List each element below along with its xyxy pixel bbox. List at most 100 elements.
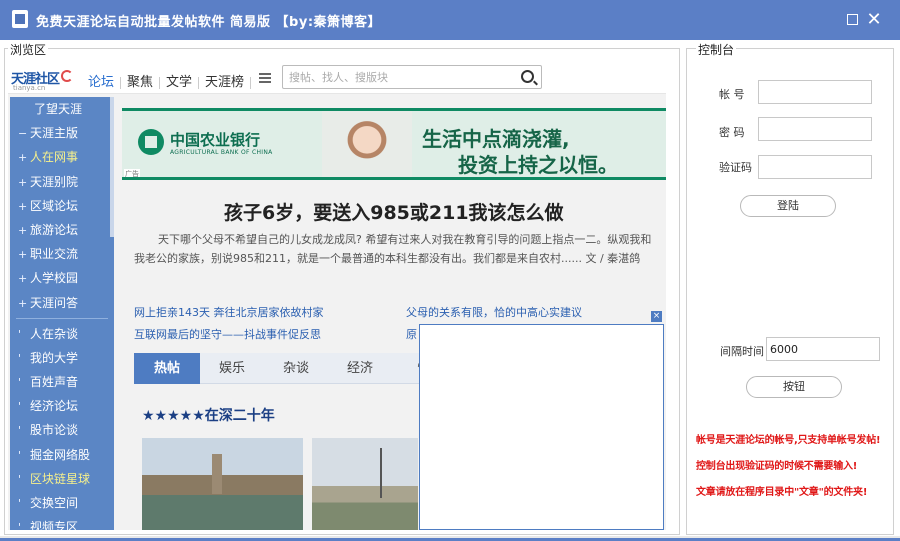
sidebar-item-label: 掘金网络股 <box>30 447 91 462</box>
account-field[interactable] <box>758 80 872 104</box>
sidebar-dot-icon: ' <box>18 376 22 390</box>
tab-entertainment[interactable]: 娱乐 <box>200 353 264 384</box>
news-link[interactable]: 互联网最后的坚守——抖战事件促反思 <box>134 326 321 342</box>
nav-item-focus[interactable]: 聚焦 <box>121 71 159 90</box>
sidebar-item[interactable]: ' 我的大学 <box>10 346 114 370</box>
sidebar-item[interactable]: ' 人在杂谈 <box>10 322 114 346</box>
nav-divider <box>250 76 252 89</box>
sidebar-item-label: 视频专区 <box>30 520 79 530</box>
nav-item-literature[interactable]: 文学 <box>160 71 198 90</box>
section-title[interactable]: ★★★★★在深二十年 <box>142 405 275 425</box>
news-link[interactable]: 父母的关系有限，恰的中高心实建议 <box>406 304 582 320</box>
sidebar-plus-icon: + <box>18 248 28 262</box>
popup-close-icon[interactable]: × <box>651 311 662 322</box>
banner-slogan-line2: 投资上持之以恒。 <box>458 153 618 177</box>
sidebar-divider <box>16 317 108 319</box>
start-button[interactable]: 按钮 <box>746 376 842 398</box>
popup-window[interactable] <box>419 324 664 530</box>
search-icon[interactable] <box>521 70 534 83</box>
sidebar-item[interactable]: ' 视频专区 <box>10 515 114 530</box>
pole-shape <box>380 448 382 498</box>
site-search <box>282 65 542 89</box>
sidebar-plus-icon: + <box>18 151 28 165</box>
sidebar-item-label: 了望天涯 <box>34 102 83 116</box>
sidebar-item-label: 人在杂谈 <box>30 326 79 341</box>
captcha-label: 验证码 <box>719 161 752 174</box>
nav-item-ranking[interactable]: 天涯榜 <box>199 71 250 90</box>
article-headline[interactable]: 孩子6岁，要送入985或211我该怎么做 <box>224 198 564 225</box>
control-group-label: 控制台 <box>696 41 737 58</box>
sidebar-item[interactable]: + 天涯别院 <box>10 170 114 194</box>
close-icon: ✕ <box>866 9 882 30</box>
sidebar-scrollbar[interactable] <box>110 97 114 237</box>
sidebar-item-label: 股市论谈 <box>30 423 79 438</box>
sidebar-item[interactable]: ' 经济论坛 <box>10 394 114 418</box>
bank-name: 中国农业银行 <box>170 131 261 149</box>
interval-label: 间隔时间 <box>720 345 764 358</box>
thumbnail-image[interactable] <box>142 438 303 530</box>
app-icon <box>12 10 28 28</box>
sidebar-item[interactable]: ' 股市论谈 <box>10 418 114 442</box>
tab-economy[interactable]: 经济 <box>328 353 392 384</box>
sidebar-dot-icon: ' <box>18 327 22 341</box>
menu-icon[interactable] <box>259 73 271 83</box>
news-link[interactable]: 原 <box>406 326 417 342</box>
sidebar-item[interactable]: + 区域论坛 <box>10 194 114 218</box>
sidebar-item[interactable]: ' 交换空间 <box>10 491 114 515</box>
close-button[interactable]: ✕ <box>866 9 882 30</box>
sidebar-dot-icon: ' <box>18 351 22 365</box>
sidebar-plus-icon: + <box>18 199 28 213</box>
sidebar-item[interactable]: + 人在网事 <box>10 145 114 169</box>
banner-slogan-line1: 生活中点滴浇灌, <box>422 127 570 151</box>
captcha-field[interactable] <box>758 155 872 179</box>
sidebar-item-label: 我的大学 <box>30 350 79 365</box>
tab-hot[interactable]: 热帖 <box>134 353 200 384</box>
sidebar-dot-icon: ' <box>18 400 22 414</box>
window-title: 免费天涯论坛自动批量发帖软件 简易版 【by:秦箫博客】 <box>36 15 382 30</box>
nav-item-forum[interactable]: 论坛 <box>82 71 120 90</box>
sidebar-item[interactable]: + 人学校园 <box>10 266 114 290</box>
note-text: 控制台出现验证码的时候不需要输入! <box>696 461 858 472</box>
sidebar-item-label: 旅游论坛 <box>30 222 79 237</box>
title-bar: 免费天涯论坛自动批量发帖软件 简易版 【by:秦箫博客】 ✕ <box>0 0 900 40</box>
maximize-icon <box>846 14 858 25</box>
tab-misc[interactable]: 杂谈 <box>264 353 328 384</box>
sidebar-item-label: 经济论坛 <box>30 399 79 414</box>
logo-swirl-icon <box>61 70 73 82</box>
sidebar-item-label: 天涯问答 <box>30 295 79 310</box>
maximize-button[interactable] <box>844 12 860 28</box>
site-logo-sub: tianya.cn <box>13 84 46 92</box>
search-input[interactable] <box>289 69 509 85</box>
sidebar-item[interactable]: ' 百姓声音 <box>10 370 114 394</box>
note-text: 文章请放在程序目录中"文章"的文件夹! <box>696 487 868 498</box>
sidebar-item-label: 天涯别院 <box>30 174 79 189</box>
sidebar-plus-icon: + <box>18 175 28 189</box>
site-nav: 论坛 聚焦 文学 天涯榜 <box>82 71 252 90</box>
article-summary: 天下哪个父母不希望自己的儿女成龙成凤? 希望有过来人对我在教育引导的问题上指点一… <box>134 233 652 265</box>
site-logo[interactable]: 天涯社区 tianya.cn <box>11 68 73 92</box>
web-view[interactable]: 天涯社区 tianya.cn 论坛聚焦文学天涯榜 了望天涯 −天涯主版 +人在网… <box>8 62 666 530</box>
password-field[interactable] <box>758 117 872 141</box>
sidebar-item[interactable]: ' 区块链星球 <box>10 467 114 491</box>
sidebar-plus-icon: + <box>18 272 28 286</box>
pagoda-shape <box>212 454 222 494</box>
sidebar-plus-icon: + <box>18 296 28 310</box>
forum-sidebar: 了望天涯 − 天涯主版 + 人在网事 + 天涯别院 + 区域论坛 + 旅游论坛 + 职业交流… <box>10 97 114 530</box>
interval-field[interactable] <box>766 337 880 361</box>
ad-banner[interactable]: 中国农业银行 AGRICULTURAL BANK OF CHINA 生活中点滴浇… <box>122 108 666 180</box>
sidebar-item-label: 区域论坛 <box>30 198 79 213</box>
sidebar-dot-icon: ' <box>18 497 22 510</box>
login-button[interactable]: 登陆 <box>740 195 836 217</box>
note-text: 帐号是天涯论坛的帐号,只支持单帐号发帖! <box>696 435 881 446</box>
sidebar-dot-icon: ' <box>18 448 22 462</box>
sidebar-item[interactable]: − 天涯主版 <box>10 121 114 145</box>
sidebar-item[interactable]: + 旅游论坛 <box>10 218 114 242</box>
ad-tag: 广告 <box>124 169 140 178</box>
thumbnail-image[interactable] <box>312 438 418 530</box>
sidebar-dot-icon: ' <box>18 424 22 438</box>
sidebar-item[interactable]: ' 掘金网络股 <box>10 443 114 467</box>
sidebar-item[interactable]: + 天涯问答 <box>10 291 114 315</box>
sidebar-item[interactable]: 了望天涯 <box>10 97 114 121</box>
news-link[interactable]: 网上拒亲143天 奔往北京居家依故村家 <box>134 304 324 320</box>
sidebar-item[interactable]: + 职业交流 <box>10 242 114 266</box>
